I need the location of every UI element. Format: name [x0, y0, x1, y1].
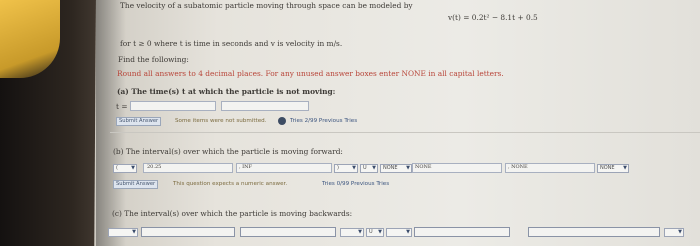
part-a-prefix: t = — [116, 102, 128, 111]
chevron-down-icon: ▼ — [131, 165, 135, 171]
union-value: U — [363, 165, 367, 171]
part-a-tries[interactable]: Tries 2/99 Previous Tries — [290, 118, 357, 124]
section-divider — [110, 132, 700, 133]
part-b-union-select[interactable]: U ▼ — [360, 164, 378, 173]
chevron-down-icon: ▼ — [623, 165, 627, 171]
part-c-label: (c) The interval(s) over which the parti… — [112, 209, 353, 218]
part-b-end-value-2: , NONE — [508, 164, 528, 170]
chevron-down-icon: ▼ — [358, 229, 362, 235]
chevron-down-icon: ▼ — [406, 229, 410, 235]
part-c-start-field-2[interactable] — [414, 227, 510, 237]
part-b-close-bracket-2[interactable]: NONE ▼ — [597, 164, 629, 173]
chevron-down-icon: ▼ — [678, 229, 682, 235]
part-b-start-field-2[interactable]: NONE — [412, 163, 502, 173]
help-icon[interactable] — [278, 117, 286, 125]
part-a-submit-button[interactable]: Submit Answer — [116, 117, 162, 126]
problem-intro: The velocity of a subatomic particle mov… — [120, 1, 413, 10]
part-c-close-bracket-2[interactable]: ▼ — [664, 228, 684, 237]
part-b-end-value: , INF — [239, 164, 252, 170]
union-value: U — [369, 229, 373, 235]
part-b-end-field-2[interactable]: , NONE — [505, 163, 595, 173]
part-a-label: (a) The time(s) t at which the particle … — [117, 87, 336, 96]
part-b-submit-button[interactable]: Submit Answer — [113, 180, 159, 189]
part-c-end-field-2[interactable] — [528, 227, 660, 237]
velocity-equation: v(t) = 0.2t² − 8.1t + 0.5 — [448, 13, 538, 22]
part-c-bracket-select-2[interactable]: ▼ — [386, 228, 412, 237]
select-value: NONE — [600, 165, 615, 171]
part-b-start-value: 20.25 — [147, 164, 162, 170]
find-heading: Find the following: — [118, 55, 189, 64]
chevron-down-icon: ▼ — [132, 229, 136, 235]
part-b-tries[interactable]: Tries 0/99 Previous Tries — [322, 181, 389, 187]
part-c-open-bracket[interactable]: ▼ — [108, 228, 138, 237]
part-c-start-field[interactable] — [141, 227, 235, 237]
part-b-start-value-2: NONE — [415, 164, 432, 170]
part-b-open-bracket[interactable]: (▼ — [113, 164, 137, 173]
part-b-end-field[interactable]: , INF — [236, 163, 332, 173]
problem-condition: for t ≥ 0 where t is time in seconds and… — [120, 39, 343, 48]
part-b-bracket-select-2[interactable]: NONE ▼ — [380, 164, 412, 173]
chevron-down-icon: ▼ — [372, 165, 376, 171]
part-b-status: This question expects a numeric answer. — [173, 181, 288, 187]
select-value: NONE — [383, 165, 398, 171]
chevron-down-icon: ▼ — [406, 165, 410, 171]
part-a-answer-1[interactable] — [130, 101, 216, 111]
part-b-close-bracket[interactable]: ) ▼ — [334, 164, 358, 173]
chevron-down-icon: ▼ — [378, 229, 382, 235]
part-b-start-field[interactable]: 20.25 — [143, 163, 233, 173]
part-b-label: (b) The interval(s) over which the parti… — [113, 147, 343, 156]
part-c-end-field[interactable] — [240, 227, 336, 237]
part-a-status: Some items were not submitted. — [175, 118, 267, 124]
rounding-instruction: Round all answers to 4 decimal places. F… — [117, 69, 504, 78]
part-c-union-select[interactable]: U ▼ — [366, 228, 384, 237]
chevron-down-icon: ▼ — [352, 165, 356, 171]
part-a-answer-2[interactable] — [221, 101, 309, 111]
bracket-value: ) — [337, 165, 339, 171]
bracket-value: ( — [116, 165, 118, 171]
part-c-close-bracket[interactable]: ▼ — [340, 228, 364, 237]
